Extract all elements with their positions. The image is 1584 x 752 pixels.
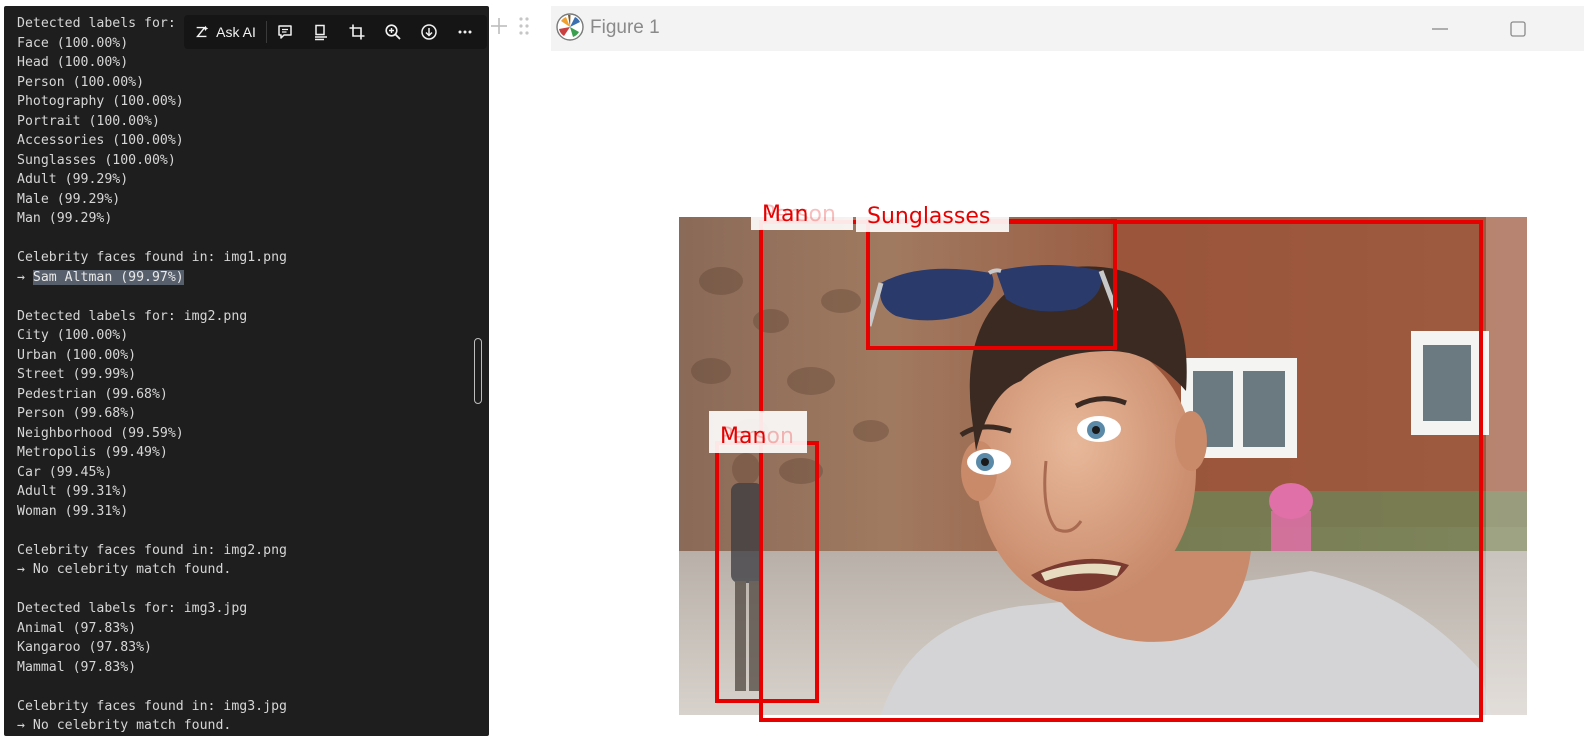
terminal-line: Metropolis (99.49%)	[17, 445, 168, 460]
download-button[interactable]	[411, 15, 447, 49]
crop-button[interactable]	[339, 15, 375, 49]
ask-ai-button[interactable]: Ask AI	[184, 15, 266, 49]
window	[1411, 331, 1489, 435]
download-icon	[421, 24, 437, 40]
zoom-in-icon	[385, 24, 401, 40]
comment-button[interactable]	[267, 15, 303, 49]
split-controls	[491, 17, 529, 35]
ask-ai-label: Ask AI	[216, 24, 256, 40]
terminal-line: Adult (99.29%)	[17, 172, 129, 187]
label-sunglasses: Sunglasses	[856, 197, 1009, 232]
label-man-left: Person Man	[709, 411, 807, 453]
terminal-line: → No celebrity match found.	[17, 562, 232, 577]
terminal-line: Head (100.00%)	[17, 55, 129, 70]
terminal-line: Detected labels for: img2.png	[17, 308, 248, 324]
terminal-panel[interactable]: Detected labels for: img1.png Face (100.0…	[4, 6, 489, 736]
zoom-in-button[interactable]	[375, 15, 411, 49]
ai-sparkle-icon	[196, 25, 209, 38]
terminal-line: Celebrity faces found in: img2.png	[17, 542, 287, 558]
label-man-left-text: Man	[720, 424, 766, 449]
figure-title: Figure 1	[590, 17, 660, 38]
add-pane-icon[interactable]	[491, 18, 507, 34]
terminal-line: Adult (99.31%)	[17, 484, 129, 499]
selected-text[interactable]: Sam Altman (99.97%)	[32, 269, 184, 285]
photo	[679, 217, 1527, 715]
terminal-line: Neighborhood (99.59%)	[17, 425, 184, 441]
terminal-line: Animal (97.83%)	[17, 620, 137, 636]
terminal-line: Detected labels for: img3.jpg	[17, 601, 248, 616]
comment-icon	[278, 25, 292, 39]
terminal-line: Male (99.29%)	[17, 191, 121, 207]
drag-handle-icon[interactable]	[519, 17, 529, 35]
more-icon	[458, 30, 472, 34]
summary-button[interactable]	[303, 15, 339, 49]
terminal-line: City (100.00%)	[17, 328, 129, 343]
matplotlib-logo-icon	[556, 13, 584, 41]
terminal-line: Accessories (100.00%)	[17, 133, 184, 148]
terminal-line: Street (99.99%)	[17, 367, 137, 382]
terminal-line: Photography (100.00%)	[17, 94, 184, 109]
terminal-line: Kangaroo (97.83%)	[17, 640, 152, 655]
label-man-main: Person Man	[751, 193, 853, 230]
summary-icon	[315, 24, 327, 41]
terminal-line: Urban (100.00%)	[17, 347, 137, 363]
label-sunglasses-text: Sunglasses	[867, 204, 990, 229]
terminal-line: Sunglasses (100.00%)	[17, 152, 176, 168]
floating-toolbar: Ask AI	[184, 15, 487, 49]
terminal-line: Celebrity faces found in: img3.jpg	[17, 698, 287, 714]
terminal-line: Portrait (100.00%)	[17, 113, 160, 129]
label-man-text: Man	[762, 202, 808, 227]
terminal-output: Detected labels for: img1.png Face (100.0…	[17, 14, 287, 736]
maximize-icon[interactable]	[1505, 16, 1531, 42]
terminal-line: Woman (99.31%)	[17, 503, 129, 519]
more-options-button[interactable]	[447, 15, 483, 49]
terminal-line: Man (99.29%)	[17, 211, 113, 226]
terminal-scrollbar[interactable]	[474, 338, 482, 404]
minimize-icon[interactable]	[1427, 16, 1453, 42]
figure-canvas: Person Man Sunglasses Person Man	[679, 193, 1527, 722]
crop-icon	[349, 24, 365, 40]
terminal-line: Person (99.68%)	[17, 406, 137, 421]
terminal-line: → Sam Altman (99.97%)	[17, 269, 184, 285]
terminal-line: Mammal (97.83%)	[17, 659, 137, 675]
terminal-line: Person (100.00%)	[17, 74, 145, 90]
terminal-line: Celebrity faces found in: img1.png	[17, 250, 287, 265]
terminal-line: Car (99.45%)	[17, 464, 113, 480]
terminal-line: Pedestrian (99.68%)	[17, 386, 168, 402]
figure-titlebar[interactable]: Figure 1	[551, 6, 1584, 51]
terminal-line: → No celebrity match found.	[17, 718, 232, 733]
figure-window: Figure 1 Person Man Sunglasses Person Ma…	[551, 6, 1584, 752]
